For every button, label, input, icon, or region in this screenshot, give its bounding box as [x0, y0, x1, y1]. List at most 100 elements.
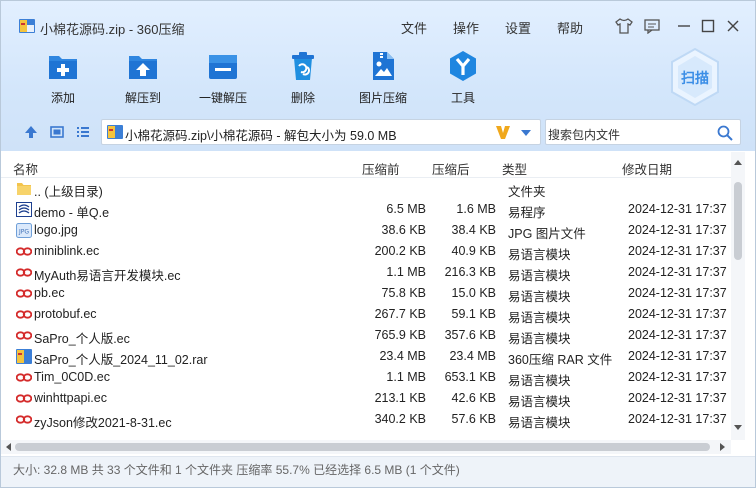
search-icon[interactable] [716, 124, 734, 142]
file-compressed-size: 267.7 KB [374, 307, 426, 321]
tools-button[interactable]: 工具 [423, 50, 503, 108]
one-click-extract-label: 一键解压 [198, 91, 247, 105]
tools-label: 工具 [450, 91, 475, 105]
jpg-file-icon: JPG [16, 223, 32, 238]
column-type[interactable]: 类型 [502, 159, 527, 178]
delete-label: 删除 [290, 91, 315, 105]
list-view-icon[interactable] [75, 124, 91, 140]
ec-module-icon [15, 370, 33, 385]
address-path: 小棉花源码.zip\小棉花源码 - 解包大小为 59.0 MB [125, 129, 397, 143]
file-row[interactable]: demo - 单Q.e 6.5 MB 1.6 MB 易程序 2024-12-31 17:… [1, 199, 731, 220]
ec-module-icon [15, 307, 33, 322]
ec-module-icon [15, 244, 33, 259]
search-input[interactable]: 搜索包内文件 [548, 126, 620, 143]
file-compressed-size: 1.1 MB [386, 370, 426, 384]
menu-settings[interactable]: 设置 [505, 18, 531, 37]
image-compress-button[interactable]: 图片压缩 [343, 50, 423, 108]
add-icon [49, 56, 77, 79]
file-date: 2024-12-31 17:37 [628, 391, 727, 405]
scan-button[interactable]: 扫描 [669, 47, 721, 107]
status-text: 大小: 32.8 MB 共 33 个文件和 1 个文件夹 压缩率 55.7% 已… [13, 463, 460, 477]
skin-shirt-icon[interactable] [614, 16, 634, 36]
file-compressed-size: 340.2 KB [374, 412, 426, 426]
file-uncompressed-size: 38.4 KB [451, 223, 496, 237]
minimize-button[interactable] [674, 16, 694, 36]
scroll-down-icon[interactable] [733, 424, 743, 432]
column-name[interactable]: 名称 [13, 159, 38, 178]
file-row[interactable]: protobuf.ec 267.7 KB 59.1 KB 易语言模块 2024-12-3… [1, 304, 731, 325]
up-arrow-icon[interactable] [23, 124, 39, 140]
chevron-down-icon[interactable] [520, 128, 532, 138]
archive-file-icon [107, 125, 123, 139]
file-row[interactable]: .. (上级目录) 文件夹 [1, 178, 731, 199]
file-date: 2024-12-31 17:37 [628, 307, 727, 321]
column-headers: 名称 压缩前 压缩后 类型 修改日期 [1, 152, 731, 178]
file-type: 360压缩 RAR 文件 [508, 353, 613, 367]
add-button[interactable]: 添加 [23, 50, 103, 108]
title-bar: 小棉花源码.zip - 360压缩 文件 操作 设置 帮助 [1, 1, 755, 41]
file-row[interactable]: miniblink.ec 200.2 KB 40.9 KB 易语言模块 2024-12-… [1, 241, 731, 262]
file-date: 2024-12-31 17:37 [628, 265, 727, 279]
horizontal-scrollbar[interactable] [1, 440, 731, 454]
menu-help[interactable]: 帮助 [557, 18, 583, 37]
file-date: 2024-12-31 17:37 [628, 349, 727, 363]
v-logo-icon[interactable] [494, 123, 512, 141]
archive-app-icon [19, 19, 35, 33]
file-compressed-size: 75.8 KB [381, 286, 426, 300]
file-row[interactable]: MyAuth易语言开发模块.ec 1.1 MB 216.3 KB 易语言模块 2024-… [1, 262, 731, 283]
file-row[interactable]: SaPro_个人版_2024_11_02.rar 23.4 MB 23.4 MB 36… [1, 346, 731, 367]
window-title: 小棉花源码.zip - 360压缩 [40, 22, 185, 37]
menu-file[interactable]: 文件 [401, 18, 427, 37]
column-compressed[interactable]: 压缩前 [362, 159, 400, 178]
file-date: 2024-12-31 17:37 [628, 286, 727, 300]
column-uncompressed[interactable]: 压缩后 [432, 159, 470, 178]
file-uncompressed-size: 216.3 KB [444, 265, 496, 279]
file-uncompressed-size: 1.6 MB [456, 202, 496, 216]
horizontal-scroll-thumb[interactable] [15, 443, 710, 451]
close-button[interactable] [723, 16, 743, 36]
file-name: miniblink.ec [34, 244, 100, 258]
extract-to-icon [129, 56, 157, 79]
file-date: 2024-12-31 17:37 [628, 412, 727, 426]
file-uncompressed-size: 653.1 KB [444, 370, 496, 384]
file-row[interactable]: pb.ec 75.8 KB 15.0 KB 易语言模块 2024-12-31 17:37 [1, 283, 731, 304]
ec-module-icon [15, 286, 33, 301]
vertical-scroll-thumb[interactable] [734, 182, 742, 260]
scroll-left-icon[interactable] [4, 442, 12, 452]
file-uncompressed-size: 357.6 KB [444, 328, 496, 342]
file-uncompressed-size: 59.1 KB [451, 307, 496, 321]
delete-icon [292, 52, 314, 80]
file-row[interactable]: JPG logo.jpg 38.6 KB 38.4 KB JPG 图片文件 2024-12… [1, 220, 731, 241]
detail-view-icon[interactable] [49, 124, 65, 140]
file-compressed-size: 23.4 MB [379, 349, 426, 363]
scroll-right-icon[interactable] [719, 442, 727, 452]
extract-to-button[interactable]: 解压到 [103, 50, 183, 108]
file-date: 2024-12-31 17:37 [628, 328, 727, 342]
file-compressed-size: 213.1 KB [374, 391, 426, 405]
one-click-extract-button[interactable]: 一键解压 [183, 50, 263, 108]
search-box[interactable]: 搜索包内文件 [545, 119, 741, 145]
scroll-up-icon[interactable] [733, 158, 743, 166]
file-row[interactable]: winhttpapi.ec 213.1 KB 42.6 KB 易语言模块 2024-12… [1, 388, 731, 409]
file-row[interactable]: zyJson修改2021-8-31.ec 340.2 KB 57.6 KB 易语言模块… [1, 409, 731, 430]
file-type: 易语言模块 [508, 374, 571, 388]
delete-button[interactable]: 删除 [263, 50, 343, 108]
file-type: 易语言模块 [508, 248, 571, 262]
vertical-scrollbar[interactable] [731, 152, 745, 440]
image-compress-icon [373, 52, 394, 80]
maximize-button[interactable] [698, 16, 718, 36]
file-row[interactable]: SaPro_个人版.ec 765.9 KB 357.6 KB 易语言模块 2024-12… [1, 325, 731, 346]
address-bar[interactable]: 小棉花源码.zip\小棉花源码 - 解包大小为 59.0 MB [101, 119, 541, 145]
file-name: SaPro_个人版_2024_11_02.rar [34, 353, 208, 367]
file-name: .. (上级目录) [34, 185, 103, 199]
file-type: 易语言模块 [508, 311, 571, 325]
column-modified[interactable]: 修改日期 [622, 159, 672, 178]
menu-operate[interactable]: 操作 [453, 18, 479, 37]
ec-module-icon [15, 412, 33, 427]
file-uncompressed-size: 40.9 KB [451, 244, 496, 258]
ec-module-icon [15, 328, 33, 343]
file-compressed-size: 765.9 KB [374, 328, 426, 342]
file-type: 易语言模块 [508, 332, 571, 346]
feedback-icon[interactable] [642, 16, 662, 36]
file-row[interactable]: Tim_0C0D.ec 1.1 MB 653.1 KB 易语言模块 2024-12-31… [1, 367, 731, 388]
